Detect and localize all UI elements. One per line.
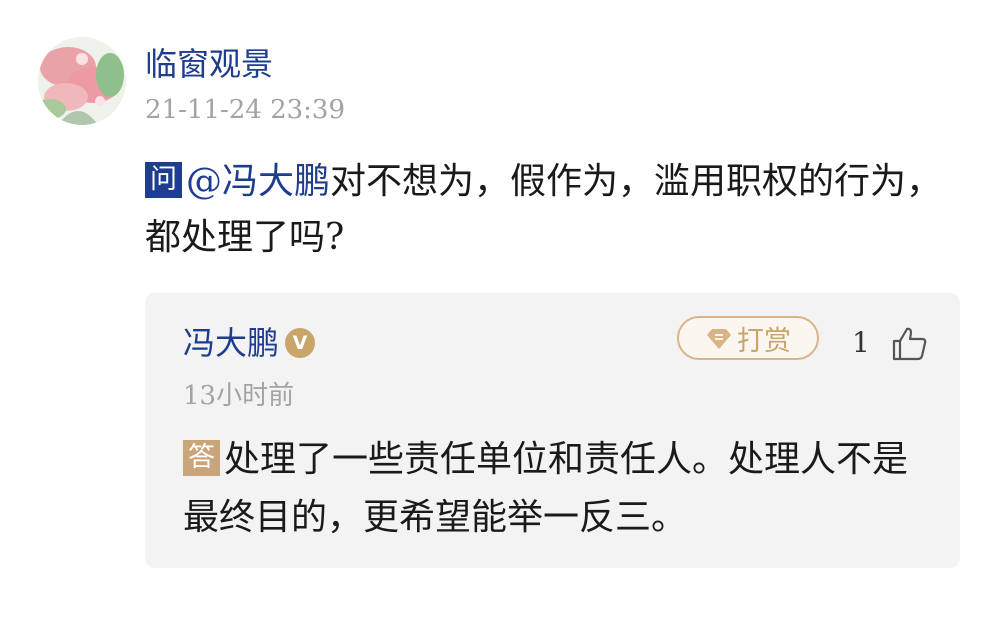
mention-link[interactable]: @冯大鹏 (186, 161, 330, 202)
reply-card: 冯大鹏 V 打赏 1 13小时前 答处理了一些责任单位和责任人。处理人不是最终目… (145, 293, 960, 568)
reply-time: 13小时前 (183, 381, 295, 411)
avatar[interactable] (38, 37, 126, 125)
answer-badge: 答 (183, 440, 220, 476)
reward-label: 打赏 (737, 325, 791, 357)
like-count: 1 (852, 326, 870, 359)
thumbs-up-icon[interactable] (890, 324, 930, 364)
qa-page: 临窗观景 21-11-24 23:39 问 @冯大鹏对不想为，假作为，滥用职权的行… (0, 0, 1000, 621)
answer-body: 处理了一些责任单位和责任人。处理人不是最终目的，更希望能举一反三。 (183, 439, 909, 538)
question-text: 问 @冯大鹏对不想为，假作为，滥用职权的行为，都处理了吗? (145, 154, 945, 266)
diamond-icon (707, 329, 731, 349)
asker-name[interactable]: 临窗观景 (145, 44, 273, 84)
reward-button[interactable]: 打赏 (677, 316, 819, 360)
post-timestamp: 21-11-24 23:39 (145, 95, 346, 125)
replier-row: 冯大鹏 V (183, 320, 316, 366)
question-badge: 问 (145, 162, 182, 198)
verified-icon: V (285, 328, 316, 358)
avatar-image (38, 37, 126, 125)
replier-name[interactable]: 冯大鹏 (183, 323, 279, 363)
answer-text: 答处理了一些责任单位和责任人。处理人不是最终目的，更希望能举一反三。 (183, 431, 923, 547)
